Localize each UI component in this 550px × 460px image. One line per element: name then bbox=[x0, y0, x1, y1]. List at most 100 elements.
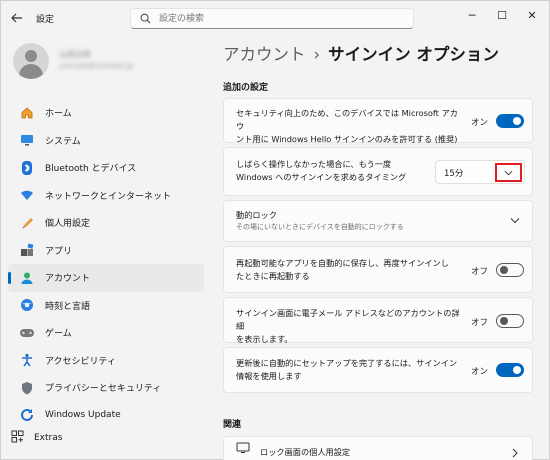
setting-dynamic-lock-title: 動的ロック bbox=[236, 210, 277, 220]
app-title: 設定 bbox=[36, 15, 55, 25]
title-bar: 設定 ─ ☐ ✕ bbox=[1, 1, 550, 35]
setting-restart-apps-line1: 再起動可能なアプリを自動的に保存し、再度サインインし bbox=[236, 258, 449, 268]
sidebar-item-label: アカウント bbox=[45, 274, 91, 285]
sidebar-item-label: アクセシビリティ bbox=[45, 356, 117, 367]
sidebar-item-windows-update[interactable]: Windows Update bbox=[8, 402, 204, 430]
sidebar-item-network[interactable]: ネットワークとインターネット bbox=[8, 182, 204, 210]
search-input[interactable] bbox=[159, 11, 399, 26]
breadcrumb-parent[interactable]: アカウント bbox=[223, 45, 306, 64]
time-language-icon bbox=[18, 296, 36, 314]
settings-window: 設定 ─ ☐ ✕ 山田太郎 yamada@example.jp ホーム システム… bbox=[0, 0, 550, 460]
close-button[interactable]: ✕ bbox=[520, 6, 544, 24]
back-button[interactable] bbox=[7, 8, 27, 28]
system-icon bbox=[18, 131, 36, 149]
search-box[interactable] bbox=[130, 8, 414, 29]
sidebar-item-label: Extras bbox=[34, 433, 63, 443]
setting-show-account-details: サインイン画面に電子メール アドレスなどのアカウントの詳細 を表示します。 オフ bbox=[223, 297, 533, 346]
maximize-icon: ☐ bbox=[497, 8, 507, 22]
account-icon bbox=[18, 269, 36, 287]
setting-restart-apps-line2: たときに再起動する bbox=[236, 271, 310, 281]
section-related: 関連 bbox=[223, 420, 242, 430]
related-lock-screen-label: ロック画面の個人用設定 bbox=[260, 447, 351, 457]
back-arrow-icon bbox=[11, 13, 22, 23]
use-signin-info-toggle[interactable] bbox=[496, 363, 524, 377]
toggle-state-label: オフ bbox=[471, 318, 489, 328]
sidebar-nav: ホーム システム Bluetooth とデバイス ネットワークとインターネット … bbox=[8, 99, 204, 429]
network-icon bbox=[18, 186, 36, 204]
sidebar-item-label: ゲーム bbox=[45, 329, 72, 340]
maximize-button[interactable]: ☐ bbox=[490, 6, 514, 24]
setting-hello-only: セキュリティ向上のため、このデバイスでは Microsoft アカウ ント用に … bbox=[223, 98, 533, 146]
sidebar-item-label: ネットワークとインターネット bbox=[45, 191, 172, 202]
setting-use-signin-info: 更新後に自動的にセットアップを完了するには、サインイン 情報を使用します オン bbox=[223, 347, 533, 393]
user-email: yamada@example.jp bbox=[59, 62, 134, 70]
sidebar-item-home[interactable]: ホーム bbox=[8, 99, 204, 127]
related-lock-screen-link[interactable]: ロック画面の個人用設定 bbox=[223, 436, 533, 460]
bluetooth-icon bbox=[18, 159, 36, 177]
accessibility-icon bbox=[18, 351, 36, 369]
breadcrumb-separator: › bbox=[313, 45, 321, 64]
chevron-down-icon bbox=[504, 170, 513, 175]
toggle-state-label: オン bbox=[471, 367, 489, 377]
sidebar-item-accounts[interactable]: アカウント bbox=[8, 264, 204, 292]
search-icon bbox=[140, 13, 151, 24]
setting-require-signin-text: しばらく操作しなかった場合に、もう一度 Windows へのサインインを求めるタ… bbox=[236, 158, 466, 184]
page-title: サインイン オプション bbox=[328, 45, 499, 64]
setting-dynamic-lock-text: 動的ロック その場にいないときにデバイスを自動的にロックする bbox=[236, 209, 506, 233]
setting-require-signin-line2: Windows へのサインインを求めるタイミング bbox=[236, 172, 407, 182]
personalization-icon bbox=[18, 214, 36, 232]
sidebar-item-personalization[interactable]: 個人用設定 bbox=[8, 209, 204, 237]
setting-show-account-line2: を表示します。 bbox=[236, 334, 293, 344]
setting-use-signin-info-line2: 情報を使用します bbox=[236, 371, 302, 381]
sidebar-item-label: プライバシーとセキュリティ bbox=[45, 384, 162, 395]
hello-only-toggle[interactable] bbox=[496, 114, 524, 128]
dropdown-value: 15分 bbox=[444, 169, 464, 179]
minimize-icon: ─ bbox=[468, 8, 476, 22]
sidebar-item-gaming[interactable]: ゲーム bbox=[8, 319, 204, 347]
privacy-icon bbox=[18, 379, 36, 397]
sidebar-item-label: アプリ bbox=[45, 246, 73, 257]
chevron-right-icon bbox=[512, 448, 518, 458]
close-icon: ✕ bbox=[527, 8, 537, 22]
setting-use-signin-info-text: 更新後に自動的にセットアップを完了するには、サインイン 情報を使用します bbox=[236, 357, 466, 383]
setting-restart-apps: 再起動可能なアプリを自動的に保存し、再度サインインし たときに再起動する オフ bbox=[223, 246, 533, 293]
sidebar-item-apps[interactable]: アプリ bbox=[8, 237, 204, 265]
apps-icon bbox=[18, 241, 36, 259]
setting-show-account-details-text: サインイン画面に電子メール アドレスなどのアカウントの詳細 を表示します。 bbox=[236, 307, 466, 346]
sidebar-item-label: 時刻と言語 bbox=[45, 301, 91, 312]
sidebar-item-label: 個人用設定 bbox=[45, 219, 91, 230]
setting-use-signin-info-line1: 更新後に自動的にセットアップを完了するには、サインイン bbox=[236, 358, 458, 368]
lock-screen-icon bbox=[236, 442, 250, 453]
sidebar-item-label: Windows Update bbox=[45, 410, 121, 421]
sidebar-item-system[interactable]: システム bbox=[8, 127, 204, 155]
user-name: 山田太郎 bbox=[59, 50, 91, 59]
setting-show-account-line1: サインイン画面に電子メール アドレスなどのアカウントの詳細 bbox=[236, 308, 460, 331]
setting-require-signin-line1: しばらく操作しなかった場合に、もう一度 bbox=[236, 159, 392, 169]
sidebar-item-extras[interactable]: Extras bbox=[11, 430, 62, 446]
toggle-state-label: オフ bbox=[471, 267, 489, 277]
breadcrumb: アカウント › サインイン オプション bbox=[223, 41, 499, 65]
sidebar-item-privacy[interactable]: プライバシーとセキュリティ bbox=[8, 374, 204, 402]
setting-dynamic-lock[interactable]: 動的ロック その場にいないときにデバイスを自動的にロックする bbox=[223, 200, 533, 242]
sidebar-item-label: Bluetooth とデバイス bbox=[45, 164, 137, 175]
setting-hello-only-line1: セキュリティ向上のため、このデバイスでは Microsoft アカウ bbox=[236, 108, 458, 131]
sidebar-item-accessibility[interactable]: アクセシビリティ bbox=[8, 347, 204, 375]
setting-require-signin: しばらく操作しなかった場合に、もう一度 Windows へのサインインを求めるタ… bbox=[223, 147, 533, 196]
setting-hello-only-line2: ント用に Windows Hello サインインのみを許可する (推奨) bbox=[236, 134, 458, 144]
sidebar-item-time-language[interactable]: 時刻と言語 bbox=[8, 292, 204, 320]
minimize-button[interactable]: ─ bbox=[460, 6, 484, 24]
home-icon bbox=[18, 104, 36, 122]
gaming-icon bbox=[18, 324, 36, 342]
dropdown-chevron-highlight[interactable] bbox=[495, 163, 522, 182]
setting-restart-apps-text: 再起動可能なアプリを自動的に保存し、再度サインインし たときに再起動する bbox=[236, 257, 466, 283]
sidebar-item-bluetooth[interactable]: Bluetooth とデバイス bbox=[8, 154, 204, 182]
chevron-down-icon bbox=[510, 218, 520, 224]
require-signin-dropdown[interactable]: 15分 bbox=[435, 160, 525, 184]
toggle-state-label: オン bbox=[471, 118, 489, 128]
avatar[interactable] bbox=[13, 43, 49, 79]
restart-apps-toggle[interactable] bbox=[496, 263, 524, 277]
setting-dynamic-lock-subtitle: その場にいないときにデバイスを自動的にロックする bbox=[236, 223, 404, 231]
show-account-details-toggle[interactable] bbox=[496, 314, 524, 328]
sidebar-item-label: ホーム bbox=[45, 109, 72, 120]
setting-hello-only-text: セキュリティ向上のため、このデバイスでは Microsoft アカウ ント用に … bbox=[236, 107, 466, 146]
